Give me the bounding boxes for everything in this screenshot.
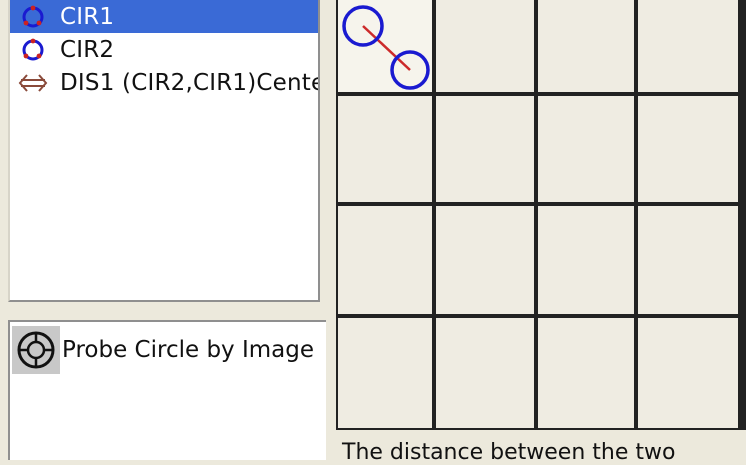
image-cell[interactable] [338,96,432,202]
probe-circle-icon [12,326,60,374]
image-cell-selected[interactable] [338,0,432,92]
tool-probe-circle[interactable]: Probe Circle by Image [12,326,314,374]
feature-item-dis1[interactable]: DIS1 (CIR2,CIR1)Center [10,66,320,99]
image-cell[interactable] [638,318,738,428]
image-cell[interactable] [538,96,634,202]
feature-item-cir1[interactable]: CIR1 [10,0,318,33]
circle-measurement-graphic [342,5,430,90]
status-text: The distance between the two [342,440,676,465]
circle-feature-icon [18,3,48,31]
image-cell[interactable] [436,0,534,92]
image-cell[interactable] [436,206,534,314]
feature-item-cir2[interactable]: CIR2 [10,33,318,66]
distance-icon [18,69,48,97]
image-cell[interactable] [538,318,634,428]
feature-item-label: DIS1 (CIR2,CIR1)Center [60,69,320,96]
image-cell[interactable] [338,318,432,428]
image-cell[interactable] [638,206,738,314]
circle-feature-icon [18,36,48,64]
image-cell[interactable] [538,206,634,314]
image-cell[interactable] [638,96,738,202]
image-cell[interactable] [436,318,534,428]
image-cell[interactable] [538,0,634,92]
feature-list[interactable]: CIR1 CIR2 DIS1 (CIR2,CIR1)Center [8,0,320,302]
tool-panel: Probe Circle by Image [8,320,326,460]
tool-label: Probe Circle by Image [62,337,315,363]
image-cell[interactable] [338,206,432,314]
feature-item-label: CIR2 [60,36,115,63]
distance-line [362,25,411,71]
feature-item-label: CIR1 [60,3,115,30]
image-grid[interactable] [336,0,746,430]
image-cell[interactable] [638,0,738,92]
image-cell[interactable] [436,96,534,202]
